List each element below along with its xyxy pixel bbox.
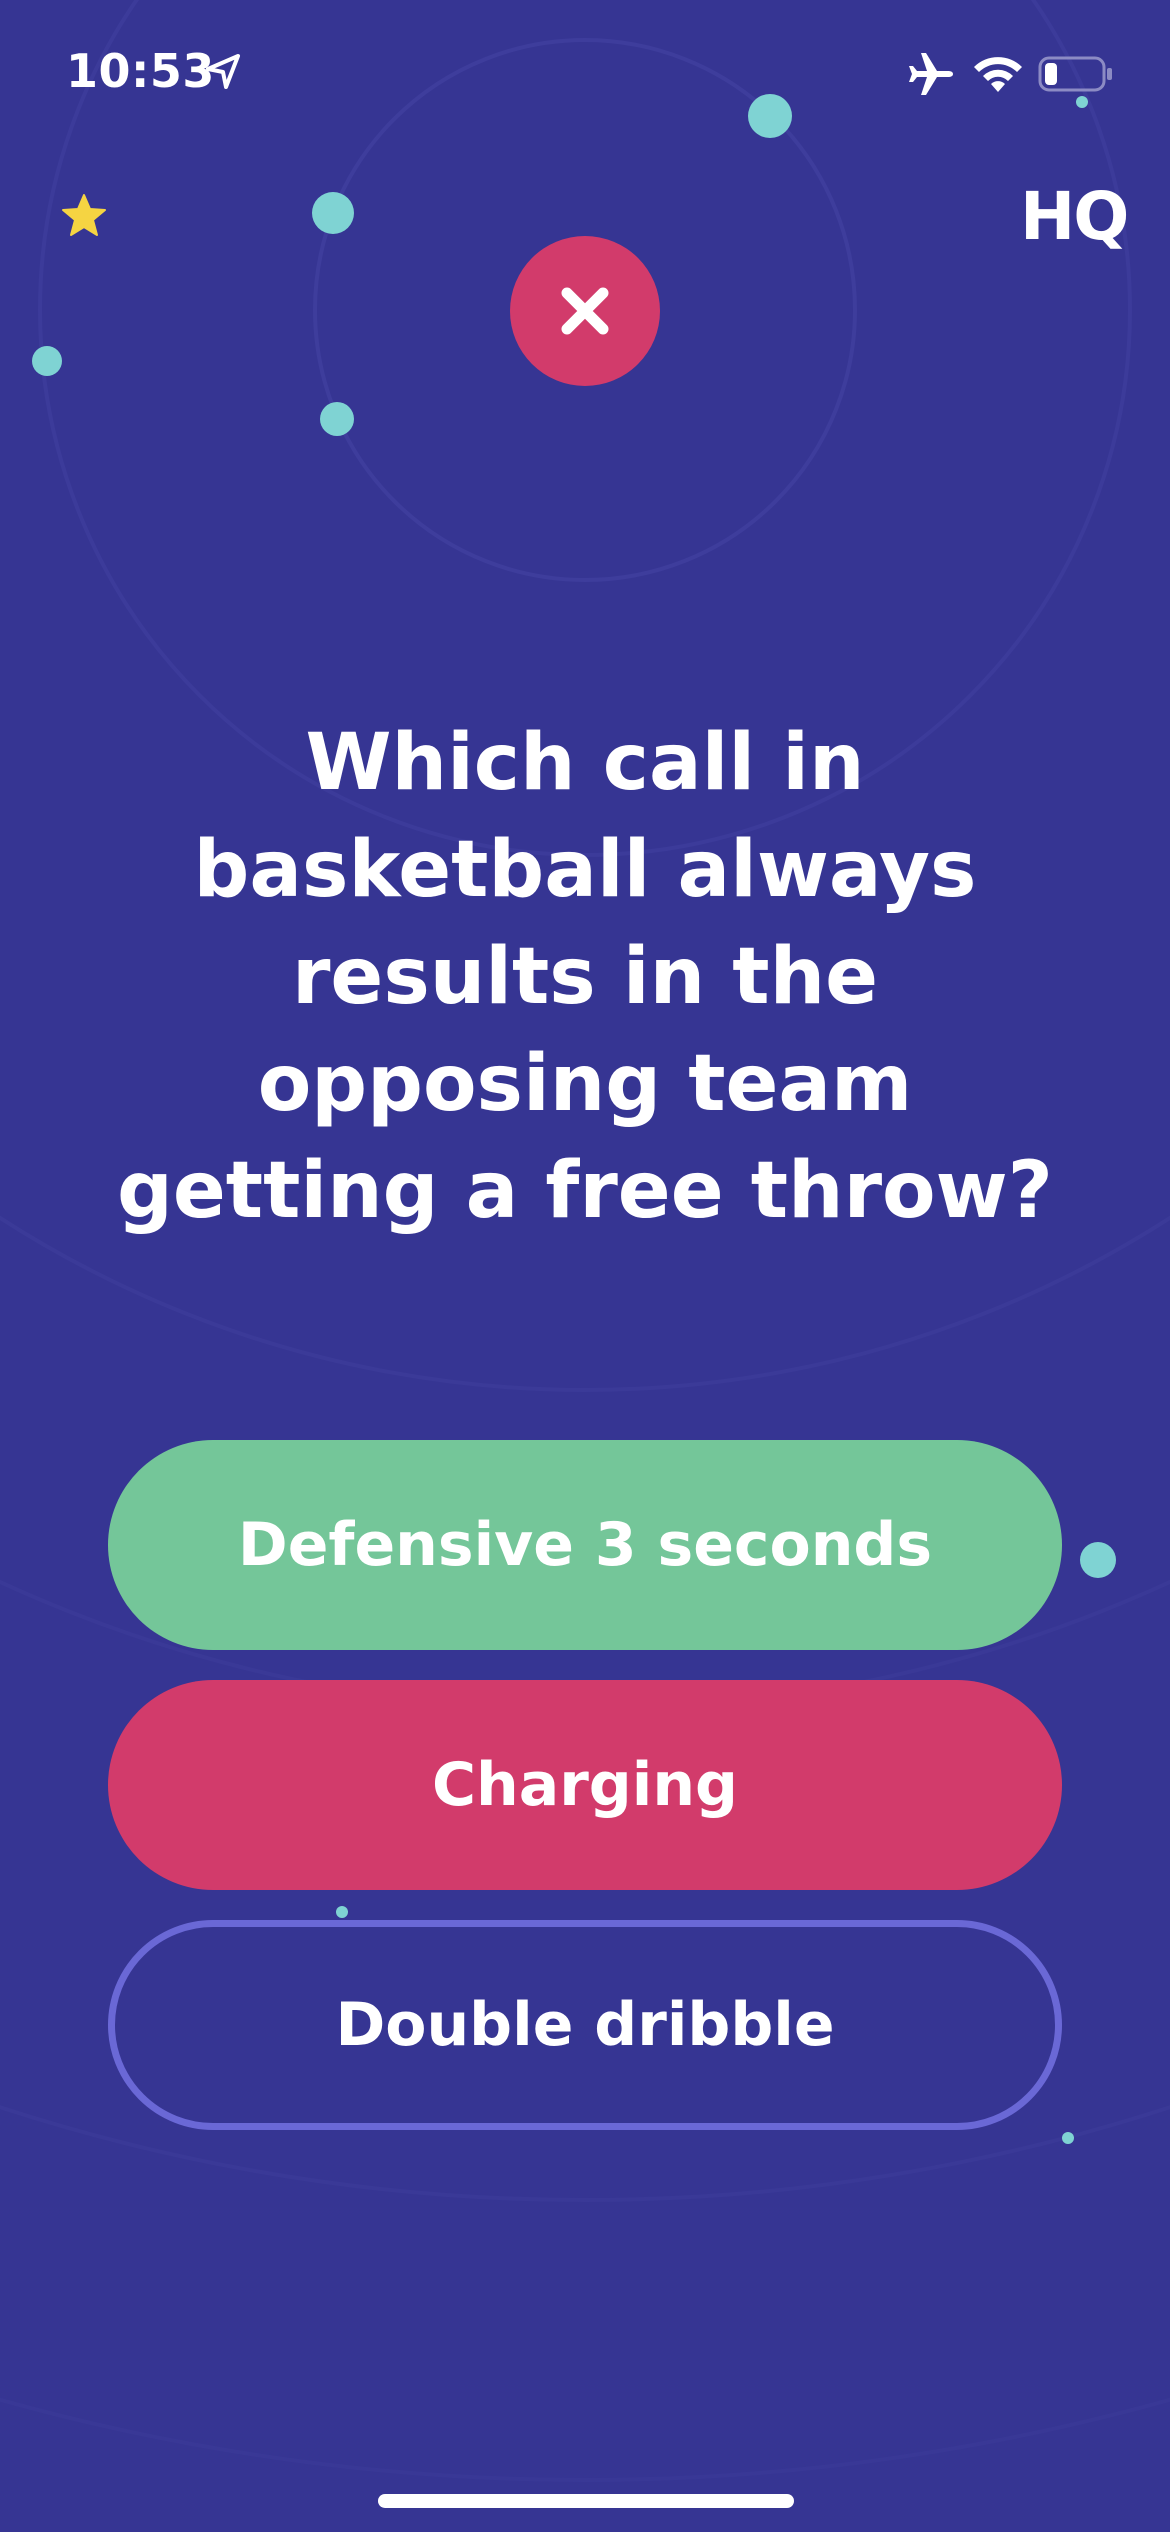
decor-dot xyxy=(748,94,792,138)
decor-dot xyxy=(1080,1542,1116,1578)
location-icon xyxy=(206,54,240,89)
decor-dot xyxy=(32,346,62,376)
decor-dot xyxy=(1076,96,1088,108)
question-text: Which call in basketball always results … xyxy=(117,718,1053,1236)
decor-dot xyxy=(320,402,354,436)
answer-option[interactable]: Double dribble xyxy=(108,1920,1062,2130)
battery-icon xyxy=(1038,56,1112,92)
answer-option-correct[interactable]: Defensive 3 seconds xyxy=(108,1440,1062,1650)
decor-dot xyxy=(312,192,354,234)
airplane-icon xyxy=(909,53,953,95)
star-icon xyxy=(62,194,106,236)
home-indicator[interactable] xyxy=(378,2494,794,2508)
status-time: 10:53 xyxy=(66,44,215,98)
hq-logo: HQ xyxy=(1020,178,1129,255)
close-icon xyxy=(561,287,609,335)
answer-label: Charging xyxy=(431,1750,738,1820)
decor-dot xyxy=(336,1906,348,1918)
answer-option-selected-wrong[interactable]: Charging xyxy=(108,1680,1062,1890)
wifi-icon xyxy=(974,57,1022,92)
status-bar: 10:53 xyxy=(0,0,1170,150)
answer-label: Defensive 3 seconds xyxy=(237,1510,933,1580)
answer-label: Double dribble xyxy=(335,1990,835,2060)
decor-dot xyxy=(1062,2132,1074,2144)
wrong-answer-badge xyxy=(510,236,660,386)
